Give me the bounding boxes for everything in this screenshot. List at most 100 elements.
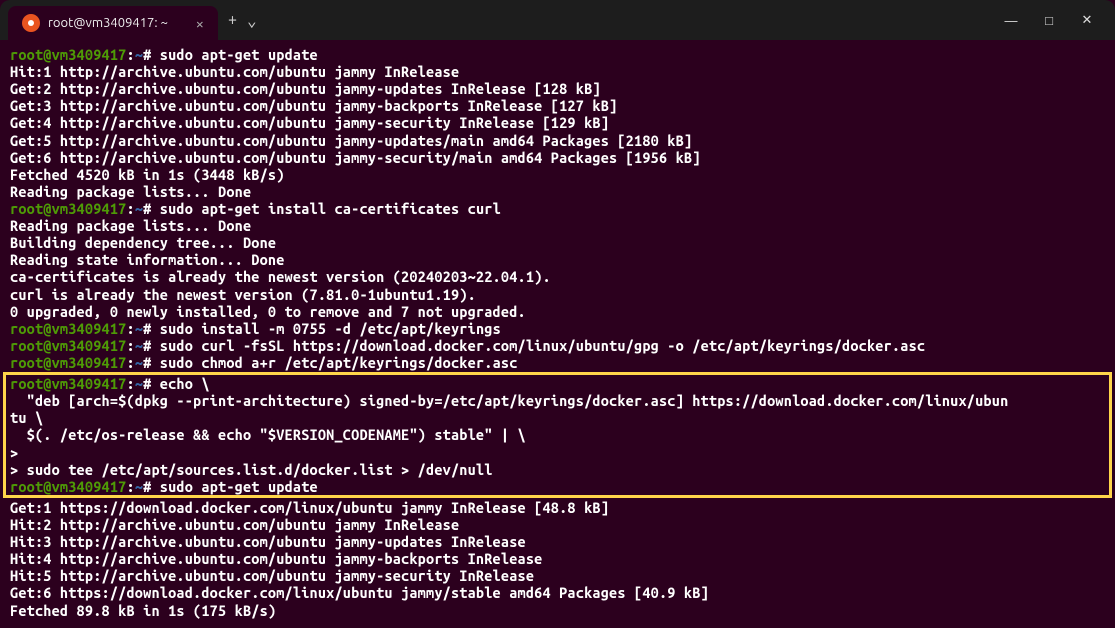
- output-text: $(. /etc/os-release && echo "$VERSION_CO…: [10, 426, 526, 443]
- command-line: root@vm3409417:~# sudo apt-get update: [10, 46, 1105, 63]
- command-line: root@vm3409417:~# sudo install -m 0755 -…: [10, 320, 1105, 337]
- output-line: > sudo tee /etc/apt/sources.list.d/docke…: [10, 461, 1105, 478]
- command-line: root@vm3409417:~# sudo apt-get update: [10, 478, 1105, 495]
- output-text: Hit:1 http://archive.ubuntu.com/ubuntu j…: [10, 63, 459, 80]
- output-text: curl is already the newest version (7.81…: [10, 286, 476, 303]
- close-window-button[interactable]: ✕: [1079, 12, 1095, 28]
- output-text: ca-certificates is already the newest ve…: [10, 268, 551, 285]
- maximize-button[interactable]: □: [1041, 12, 1057, 28]
- prompt-path: ~: [135, 320, 143, 337]
- output-text: Hit:4 http://archive.ubuntu.com/ubuntu j…: [10, 550, 542, 567]
- output-text: Reading state information... Done: [10, 251, 285, 268]
- output-text: >: [10, 444, 18, 461]
- prompt-hash: #: [143, 200, 160, 217]
- output-line: Get:1 https://download.docker.com/linux/…: [10, 499, 1105, 516]
- minimize-button[interactable]: —: [1003, 12, 1019, 28]
- output-text: Fetched 89.8 kB in 1s (175 kB/s): [10, 602, 276, 619]
- prompt-path: ~: [135, 337, 143, 354]
- prompt-colon: :: [126, 478, 134, 495]
- output-line: Get:4 http://archive.ubuntu.com/ubuntu j…: [10, 114, 1105, 131]
- output-line: Building dependency tree... Done: [10, 234, 1105, 251]
- tab-title: root@vm3409417: ~: [48, 16, 168, 30]
- prompt-user: root@vm3409417: [10, 354, 126, 371]
- prompt-colon: :: [126, 354, 134, 371]
- prompt-path: ~: [135, 375, 143, 392]
- output-text: Get:3 http://archive.ubuntu.com/ubuntu j…: [10, 97, 617, 114]
- output-line: ca-certificates is already the newest ve…: [10, 268, 1105, 285]
- new-tab-button[interactable]: +: [228, 11, 237, 29]
- output-line: 0 upgraded, 0 newly installed, 0 to remo…: [10, 303, 1105, 320]
- command-text: sudo chmod a+r /etc/apt/keyrings/docker.…: [160, 354, 518, 371]
- output-line: >: [10, 444, 1105, 461]
- output-text: Reading package lists... Done: [10, 183, 251, 200]
- titlebar: root@vm3409417: ~ × + ⌄ — □ ✕: [0, 0, 1115, 40]
- output-line: $(. /etc/os-release && echo "$VERSION_CO…: [10, 426, 1105, 443]
- prompt-user: root@vm3409417: [10, 200, 126, 217]
- output-text: Hit:3 http://archive.ubuntu.com/ubuntu j…: [10, 533, 526, 550]
- output-text: Get:6 http://archive.ubuntu.com/ubuntu j…: [10, 149, 701, 166]
- output-text: Hit:2 http://archive.ubuntu.com/ubuntu j…: [10, 516, 459, 533]
- terminal-body[interactable]: root@vm3409417:~# sudo apt-get updateHit…: [0, 40, 1115, 625]
- output-text: Fetched 4520 kB in 1s (3448 kB/s): [10, 166, 285, 183]
- output-text: Get:2 http://archive.ubuntu.com/ubuntu j…: [10, 80, 601, 97]
- output-text: Get:4 http://archive.ubuntu.com/ubuntu j…: [10, 114, 609, 131]
- command-text: sudo install -m 0755 -d /etc/apt/keyring…: [160, 320, 501, 337]
- output-line: Hit:3 http://archive.ubuntu.com/ubuntu j…: [10, 533, 1105, 550]
- command-text: sudo curl -fsSL https://download.docker.…: [160, 337, 925, 354]
- prompt-hash: #: [143, 354, 160, 371]
- prompt-path: ~: [135, 354, 143, 371]
- output-line: tu \: [10, 409, 1105, 426]
- output-line: Get:3 http://archive.ubuntu.com/ubuntu j…: [10, 97, 1105, 114]
- output-line: Hit:4 http://archive.ubuntu.com/ubuntu j…: [10, 550, 1105, 567]
- terminal-tab[interactable]: root@vm3409417: ~ ×: [8, 6, 218, 40]
- output-line: Hit:2 http://archive.ubuntu.com/ubuntu j…: [10, 516, 1105, 533]
- output-line: Get:5 http://archive.ubuntu.com/ubuntu j…: [10, 132, 1105, 149]
- output-line: "deb [arch=$(dpkg --print-architecture) …: [10, 392, 1105, 409]
- prompt-path: ~: [135, 200, 143, 217]
- highlighted-region: root@vm3409417:~# echo \ "deb [arch=$(dp…: [3, 372, 1112, 498]
- command-text: echo \: [160, 375, 210, 392]
- prompt-user: root@vm3409417: [10, 320, 126, 337]
- output-text: "deb [arch=$(dpkg --print-architecture) …: [10, 392, 1008, 409]
- output-line: Fetched 89.8 kB in 1s (175 kB/s): [10, 602, 1105, 619]
- output-line: Reading package lists... Done: [10, 217, 1105, 234]
- prompt-hash: #: [143, 375, 160, 392]
- command-text: sudo apt-get update: [160, 478, 318, 495]
- output-text: Get:5 http://archive.ubuntu.com/ubuntu j…: [10, 132, 692, 149]
- output-text: 0 upgraded, 0 newly installed, 0 to remo…: [10, 303, 526, 320]
- output-text: Get:1 https://download.docker.com/linux/…: [10, 499, 609, 516]
- command-line: root@vm3409417:~# sudo chmod a+r /etc/ap…: [10, 354, 1105, 371]
- output-text: Building dependency tree... Done: [10, 234, 276, 251]
- output-text: > sudo tee /etc/apt/sources.list.d/docke…: [10, 461, 493, 478]
- prompt-hash: #: [143, 320, 160, 337]
- output-line: Reading package lists... Done: [10, 183, 1105, 200]
- prompt-user: root@vm3409417: [10, 46, 126, 63]
- prompt-colon: :: [126, 200, 134, 217]
- command-text: sudo apt-get install ca-certificates cur…: [160, 200, 501, 217]
- output-text: Get:6 https://download.docker.com/linux/…: [10, 584, 709, 601]
- prompt-user: root@vm3409417: [10, 478, 126, 495]
- prompt-colon: :: [126, 46, 134, 63]
- prompt-path: ~: [135, 478, 143, 495]
- output-line: Get:6 https://download.docker.com/linux/…: [10, 584, 1105, 601]
- output-line: curl is already the newest version (7.81…: [10, 286, 1105, 303]
- command-line: root@vm3409417:~# echo \: [10, 375, 1105, 392]
- command-line: root@vm3409417:~# sudo curl -fsSL https:…: [10, 337, 1105, 354]
- window-controls: — □ ✕: [1003, 12, 1107, 28]
- tab-dropdown-icon[interactable]: ⌄: [247, 11, 257, 30]
- prompt-colon: :: [126, 375, 134, 392]
- ubuntu-icon: [22, 14, 40, 32]
- output-line: Get:2 http://archive.ubuntu.com/ubuntu j…: [10, 80, 1105, 97]
- prompt-hash: #: [143, 478, 160, 495]
- output-line: Get:6 http://archive.ubuntu.com/ubuntu j…: [10, 149, 1105, 166]
- prompt-hash: #: [143, 337, 160, 354]
- prompt-hash: #: [143, 46, 160, 63]
- output-text: Reading package lists... Done: [10, 217, 251, 234]
- command-text: sudo apt-get update: [160, 46, 318, 63]
- prompt-colon: :: [126, 337, 134, 354]
- output-line: Hit:1 http://archive.ubuntu.com/ubuntu j…: [10, 63, 1105, 80]
- prompt-user: root@vm3409417: [10, 375, 126, 392]
- prompt-path: ~: [135, 46, 143, 63]
- close-tab-icon[interactable]: ×: [196, 15, 204, 32]
- output-text: tu \: [10, 409, 43, 426]
